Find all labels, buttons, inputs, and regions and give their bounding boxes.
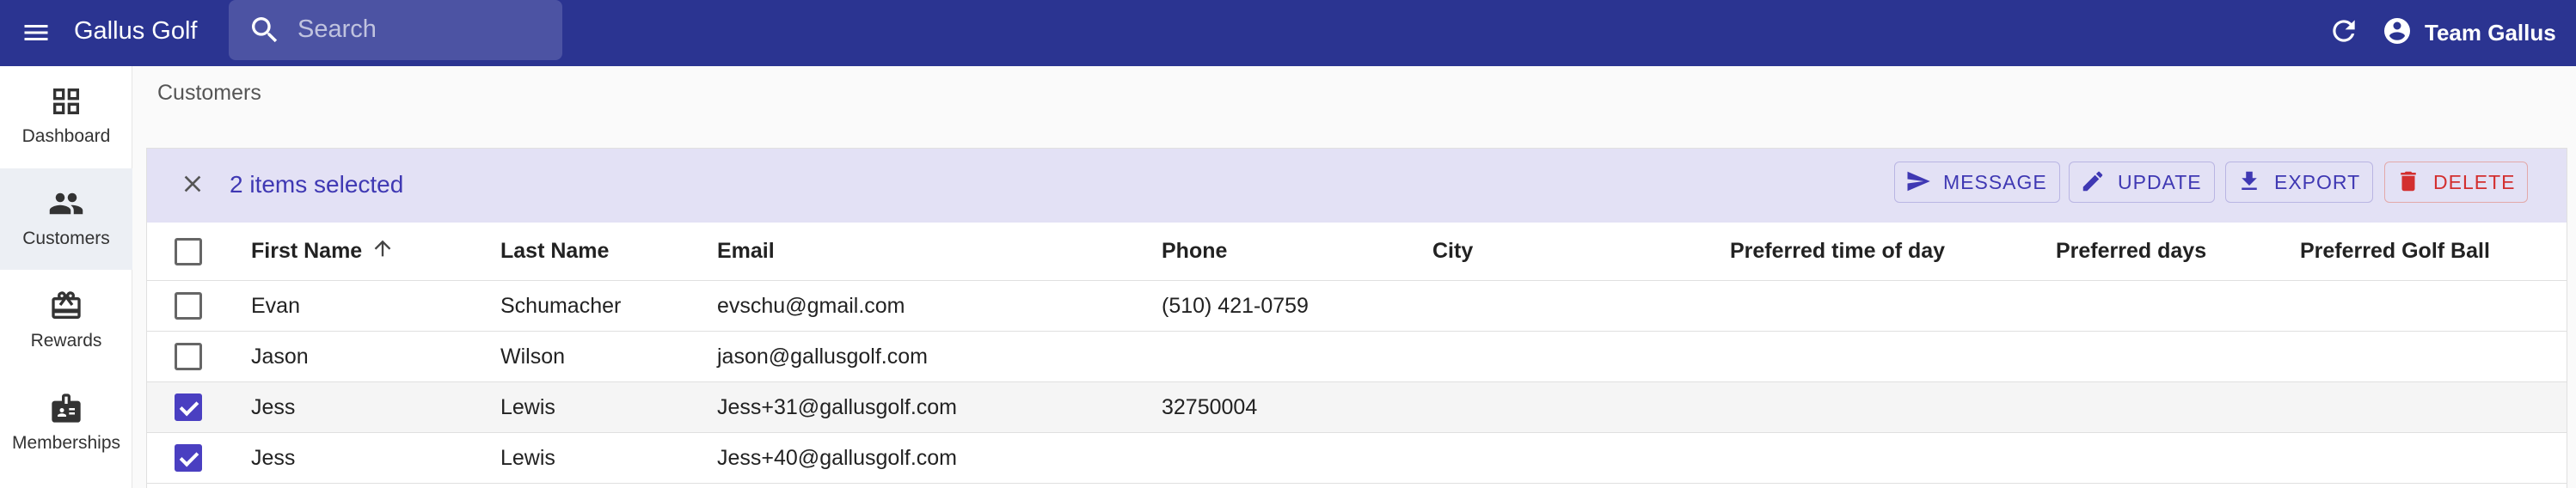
column-header-label: First Name <box>251 239 363 263</box>
cell-email: jason@gallusgolf.com <box>717 344 928 369</box>
send-icon <box>1905 168 1931 197</box>
app-bar: Gallus Golf Team Gallus <box>0 0 2576 66</box>
row-checkbox[interactable] <box>175 292 202 320</box>
sidebar-item-label: Memberships <box>11 433 121 453</box>
column-header-last-name[interactable]: Last Name <box>500 223 609 280</box>
update-button-label: UPDATE <box>2118 170 2202 193</box>
customers-table: First Name Last Name Email Phone City Pr… <box>147 223 2567 484</box>
table-header-row: First Name Last Name Email Phone City Pr… <box>147 223 2567 281</box>
row-checkbox[interactable] <box>175 444 202 472</box>
cell-first-name: Jess <box>251 445 296 470</box>
search-icon <box>248 13 282 52</box>
trash-icon <box>2395 168 2421 197</box>
select-all-checkbox[interactable] <box>175 237 202 265</box>
clear-selection-button[interactable] <box>176 169 209 202</box>
edit-icon <box>2080 168 2106 197</box>
column-header-preferred-time[interactable]: Preferred time of day <box>1730 223 1945 280</box>
cell-last-name: Lewis <box>500 445 555 470</box>
download-icon <box>2236 168 2262 197</box>
delete-button[interactable]: DELETE <box>2384 162 2529 203</box>
search-box[interactable] <box>229 0 562 60</box>
refresh-icon <box>2328 15 2360 52</box>
cell-first-name: Jess <box>251 394 296 419</box>
breadcrumb: Customers <box>157 81 261 105</box>
table-row[interactable]: Jess Lewis Jess+31@gallusgolf.com 327500… <box>147 382 2567 433</box>
cell-phone: (510) 421-0759 <box>1162 293 1309 318</box>
table-row[interactable]: Jason Wilson jason@gallusgolf.com <box>147 332 2567 382</box>
cell-last-name: Wilson <box>500 344 566 369</box>
people-icon <box>48 186 84 222</box>
sidebar-item-label: Dashboard <box>21 126 111 146</box>
column-header-phone[interactable]: Phone <box>1162 223 1227 280</box>
search-input[interactable] <box>297 12 547 46</box>
sidebar-item-dashboard[interactable]: Dashboard <box>0 66 132 168</box>
cell-first-name: Evan <box>251 293 300 318</box>
dashboard-icon <box>48 83 84 119</box>
table-row[interactable]: Evan Schumacher evschu@gmail.com (510) 4… <box>147 281 2567 332</box>
sidebar-item-label: Rewards <box>30 331 102 351</box>
gift-icon <box>48 288 84 324</box>
account-icon <box>2382 15 2413 51</box>
column-header-first-name[interactable]: First Name <box>251 223 395 280</box>
sidebar: Dashboard Customers Rewards Memberships <box>0 66 132 488</box>
row-checkbox[interactable] <box>175 343 202 370</box>
column-header-preferred-days[interactable]: Preferred days <box>2056 223 2206 280</box>
cell-phone: 32750004 <box>1162 394 1258 419</box>
row-checkbox[interactable] <box>175 393 202 421</box>
refresh-button[interactable] <box>2323 12 2364 53</box>
cell-last-name: Schumacher <box>500 293 622 318</box>
sidebar-item-customers[interactable]: Customers <box>0 168 132 270</box>
export-button-label: EXPORT <box>2274 170 2361 193</box>
column-header-email[interactable]: Email <box>717 223 775 280</box>
message-button[interactable]: MESSAGE <box>1894 162 2060 203</box>
badge-icon <box>48 390 84 426</box>
delete-button-label: DELETE <box>2433 170 2516 193</box>
app-title: Gallus Golf <box>74 17 198 45</box>
message-button-label: MESSAGE <box>1943 170 2047 193</box>
user-name: Team Gallus <box>2425 19 2556 46</box>
sidebar-item-memberships[interactable]: Memberships <box>0 373 132 474</box>
bulk-actions-bar: 2 items selected MESSAGE UPDATE EXPORT D… <box>147 149 2567 223</box>
selection-count: 2 items selected <box>230 171 404 198</box>
export-button[interactable]: EXPORT <box>2225 162 2374 203</box>
arrow-up-icon <box>371 236 395 266</box>
update-button[interactable]: UPDATE <box>2069 162 2215 203</box>
cell-last-name: Lewis <box>500 394 555 419</box>
menu-icon[interactable] <box>19 15 53 50</box>
cell-email: Jess+31@gallusgolf.com <box>717 394 957 419</box>
column-header-preferred-golf-ball[interactable]: Preferred Golf Ball <box>2300 223 2490 280</box>
close-icon <box>179 170 206 202</box>
table-row[interactable]: Jess Lewis Jess+40@gallusgolf.com <box>147 433 2567 484</box>
user-menu[interactable]: Team Gallus <box>2382 12 2556 53</box>
column-header-city[interactable]: City <box>1432 223 1473 280</box>
sidebar-item-rewards[interactable]: Rewards <box>0 271 132 372</box>
cell-email: Jess+40@gallusgolf.com <box>717 445 957 470</box>
customers-card: 2 items selected MESSAGE UPDATE EXPORT D… <box>146 148 2567 488</box>
cell-email: evschu@gmail.com <box>717 293 905 318</box>
cell-first-name: Jason <box>251 344 309 369</box>
sidebar-item-label: Customers <box>22 229 110 248</box>
